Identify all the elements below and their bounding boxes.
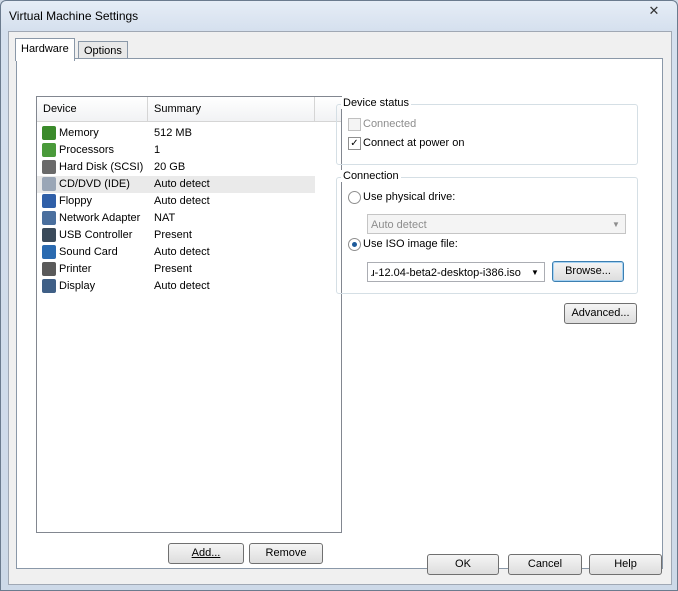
device-list-header: Device Summary (37, 97, 341, 122)
column-header-summary[interactable]: Summary (148, 97, 315, 121)
close-icon[interactable]: ✕ (641, 3, 667, 19)
device-summary: Auto detect (154, 195, 210, 207)
hard-disk-icon (42, 160, 56, 174)
sound-card-icon (42, 245, 56, 259)
use-physical-drive-label: Use physical drive: (363, 191, 456, 203)
device-row[interactable]: Network Adapter NAT (37, 210, 315, 227)
usb-icon (42, 228, 56, 242)
advanced-button-label: Advanced... (571, 307, 630, 319)
device-row[interactable]: Hard Disk (SCSI) 20 GB (37, 159, 315, 176)
add-button-label: Add... (191, 547, 221, 559)
device-status-group (336, 104, 638, 165)
cancel-button[interactable]: Cancel (508, 554, 582, 575)
device-summary: NAT (154, 212, 176, 224)
floppy-icon (42, 194, 56, 208)
hardware-tab-panel: Device Summary Memory 512 MB Processors 1 Ha… (16, 58, 663, 569)
device-row[interactable]: Floppy Auto detect (37, 193, 315, 210)
vm-settings-window: Virtual Machine Settings ✕ Hardware Opti… (0, 0, 678, 591)
processor-icon (42, 143, 56, 157)
device-row[interactable]: USB Controller Present (37, 227, 315, 244)
help-button[interactable]: Help (589, 554, 662, 575)
remove-button-label: Remove (265, 547, 307, 559)
ok-button[interactable]: OK (427, 554, 499, 575)
device-summary: Auto detect (154, 280, 210, 292)
iso-path-combobox[interactable]: ɹ-12.04-beta2-desktop-i386.iso ▼ (367, 262, 545, 282)
physical-drive-select[interactable]: Auto detect ▼ (367, 214, 626, 234)
iso-path-value: ɹ-12.04-beta2-desktop-i386.iso (371, 267, 521, 279)
device-row[interactable]: Printer Present (37, 261, 315, 278)
advanced-button[interactable]: Advanced... (564, 303, 637, 324)
device-row[interactable]: CD/DVD (IDE) Auto detect (37, 176, 315, 193)
connection-title: Connection (341, 170, 401, 182)
device-row[interactable]: Display Auto detect (37, 278, 315, 295)
device-summary: 1 (154, 144, 161, 156)
device-name: Floppy (59, 195, 93, 207)
device-name: USB Controller (59, 229, 133, 241)
window-title: Virtual Machine Settings (9, 9, 139, 23)
use-physical-drive-radio[interactable] (348, 191, 361, 204)
physical-drive-value: Auto detect (371, 219, 427, 231)
device-summary: Present (154, 263, 192, 275)
printer-icon (42, 262, 56, 276)
radio-selected-dot (352, 242, 357, 247)
device-summary: 20 GB (154, 161, 186, 173)
help-button-label: Help (614, 558, 637, 570)
chevron-down-icon: ▼ (531, 268, 539, 277)
device-name: CD/DVD (IDE) (59, 178, 130, 190)
use-iso-image-radio[interactable] (348, 238, 361, 251)
device-status-title: Device status (341, 97, 412, 109)
device-row[interactable]: Sound Card Auto detect (37, 244, 315, 261)
chevron-down-icon: ▼ (612, 220, 620, 229)
checkmark-icon: ✓ (350, 138, 359, 149)
device-row[interactable]: Memory 512 MB (37, 125, 315, 142)
use-iso-image-label: Use ISO image file: (363, 238, 458, 250)
browse-button[interactable]: Browse... (552, 261, 624, 282)
cancel-button-label: Cancel (527, 558, 563, 570)
device-name: Display (59, 280, 96, 292)
device-summary: 512 MB (154, 127, 192, 139)
device-row[interactable]: Processors 1 (37, 142, 315, 159)
tab-hardware[interactable]: Hardware (15, 38, 75, 61)
device-summary: Auto detect (154, 178, 210, 190)
memory-icon (42, 126, 56, 140)
column-header-device[interactable]: Device (37, 97, 148, 121)
device-summary: Present (154, 229, 192, 241)
device-name: Hard Disk (SCSI) (59, 161, 144, 173)
device-name: Printer (59, 263, 92, 275)
connected-checkbox[interactable] (348, 118, 361, 131)
device-summary: Auto detect (154, 246, 210, 258)
browse-button-label: Browse... (565, 265, 611, 277)
remove-button[interactable]: Remove (249, 543, 323, 564)
device-name: Memory (59, 127, 99, 139)
add-button[interactable]: Add... (168, 543, 244, 564)
dialog-client: Hardware Options Device Summary Memory 51… (8, 31, 672, 585)
device-name: Sound Card (59, 246, 118, 258)
cd-dvd-icon (42, 177, 56, 191)
device-name: Network Adapter (59, 212, 141, 224)
connect-at-power-on-checkbox[interactable]: ✓ (348, 137, 361, 150)
device-name: Processors (59, 144, 115, 156)
device-list[interactable]: Device Summary Memory 512 MB Processors 1 Ha… (36, 96, 342, 533)
display-icon (42, 279, 56, 293)
connected-label: Connected (363, 118, 417, 130)
connect-at-power-on-label: Connect at power on (363, 137, 465, 149)
network-adapter-icon (42, 211, 56, 225)
ok-button-label: OK (455, 558, 471, 570)
